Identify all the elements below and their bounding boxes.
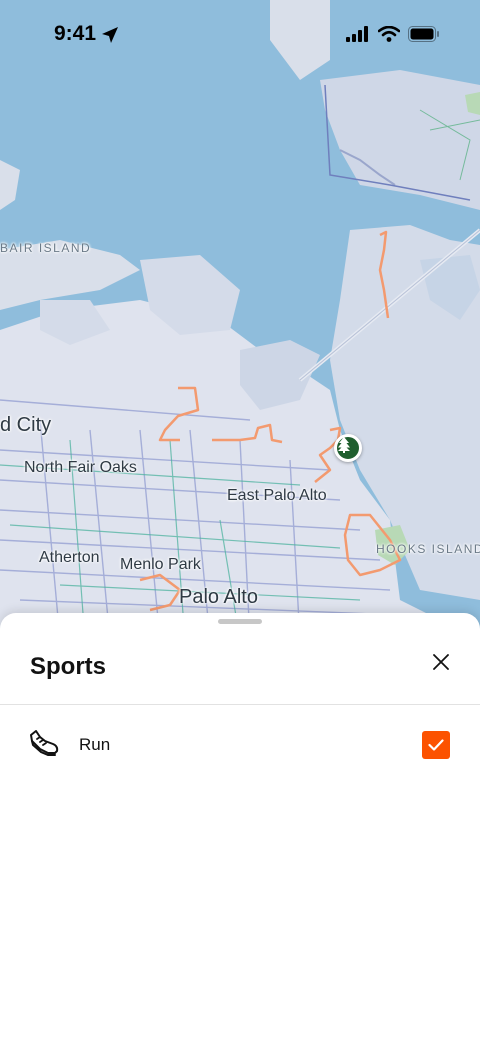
checkmark-icon <box>428 739 444 751</box>
map-label-east-palo-alto: East Palo Alto <box>227 487 327 504</box>
sheet-grabber[interactable] <box>218 619 262 624</box>
map-label-atherton: Atherton <box>39 549 100 566</box>
map-label-menlo-park: Menlo Park <box>120 556 201 573</box>
shoe-icon <box>28 727 60 764</box>
sport-run-checkbox[interactable] <box>422 731 450 759</box>
sheet-title: Sports <box>30 653 107 680</box>
cellular-signal-icon <box>346 26 370 47</box>
status-bar: 9:41 <box>0 0 480 70</box>
close-button[interactable] <box>426 649 456 679</box>
wifi-icon <box>377 25 401 47</box>
map-view[interactable]: BAIR ISLAND d City North Fair Oaks East … <box>0 0 480 640</box>
sports-sheet: Sports Run <box>0 613 480 1040</box>
sheet-divider <box>0 704 480 705</box>
battery-icon <box>408 26 440 47</box>
map-label-palo-alto: Palo Alto <box>179 586 258 608</box>
map-label-hooks-island: HOOKS ISLAND <box>376 542 480 556</box>
map-label-redwood-city: d City <box>0 414 52 436</box>
location-arrow-icon <box>101 26 119 49</box>
close-icon <box>433 653 449 675</box>
status-time: 9:41 <box>54 22 97 45</box>
map-label-bair-island: BAIR ISLAND <box>0 241 92 255</box>
tree-icon[interactable] <box>334 434 362 462</box>
sport-item-label: Run <box>79 735 111 754</box>
map-label-north-fair-oaks: North Fair Oaks <box>24 459 137 476</box>
sport-item-run[interactable]: Run <box>0 717 480 773</box>
